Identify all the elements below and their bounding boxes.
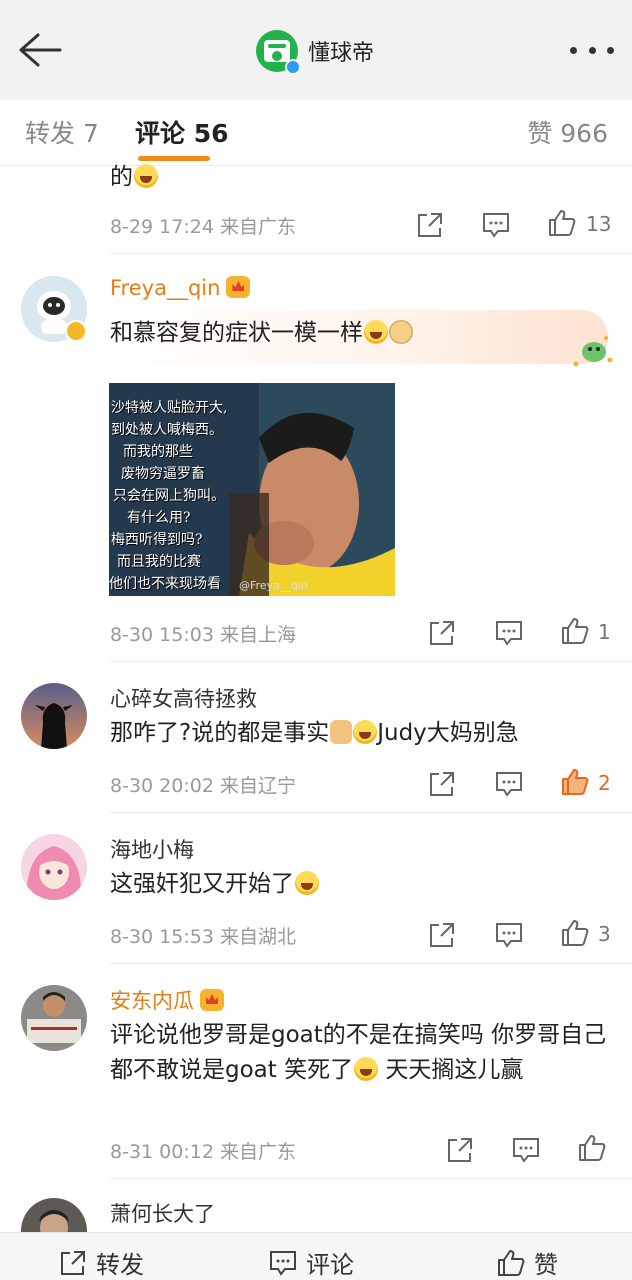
image-caption-line: 而且我的比赛 bbox=[117, 554, 201, 570]
like-icon[interactable] bbox=[560, 918, 590, 948]
comment-text: 和慕容复的症状一模一样 bbox=[110, 316, 610, 351]
comment-label: 评论 bbox=[306, 1251, 354, 1279]
comment-username[interactable]: Freya__qin bbox=[110, 276, 251, 300]
share-icon[interactable] bbox=[427, 920, 457, 950]
laughing-emoji-icon bbox=[295, 871, 319, 895]
like-button[interactable]: 赞 bbox=[496, 1245, 558, 1280]
comment-location: 来自湖北 bbox=[219, 926, 296, 948]
repost-label: 转发 bbox=[96, 1251, 144, 1279]
like-icon[interactable] bbox=[547, 208, 577, 238]
image-caption-line: 有什么用? bbox=[127, 510, 191, 526]
reply-icon[interactable] bbox=[511, 1135, 541, 1165]
comment-meta: 8-30 15:53 来自湖北 bbox=[110, 922, 296, 949]
comment-username[interactable]: 海地小梅 bbox=[110, 834, 194, 864]
comment-text: 评论说他罗哥是goat的不是在搞笑吗 你罗哥自己都不敢说是goat 笑死了 天天… bbox=[110, 1022, 607, 1083]
more-button[interactable] bbox=[570, 36, 614, 64]
repost-button[interactable]: 转发 bbox=[58, 1245, 144, 1280]
brand-avatar bbox=[256, 30, 301, 75]
comment-username[interactable]: 萧何长大了 bbox=[110, 1198, 215, 1228]
reply-icon[interactable] bbox=[494, 618, 524, 648]
avatar[interactable] bbox=[21, 985, 87, 1051]
comment-icon bbox=[270, 1250, 296, 1276]
comment-meta: 8-29 17:24 来自广东 bbox=[110, 212, 296, 239]
comment-meta: 8-30 15:03 来自上海 bbox=[110, 620, 296, 647]
like-count: 2 bbox=[598, 771, 611, 795]
comment-time: 8-30 20:02 bbox=[110, 775, 214, 797]
laughing-emoji-icon bbox=[134, 164, 158, 188]
crown-icon bbox=[200, 989, 224, 1011]
image-caption-line: 梅西听得到吗? bbox=[111, 532, 203, 548]
comment-meta: 8-30 20:02 来自辽宁 bbox=[110, 771, 296, 798]
comment-meta: 8-31 00:12 来自广东 bbox=[110, 1137, 296, 1164]
laughing-emoji-icon bbox=[353, 720, 378, 744]
bottom-action-bar: 转发 评论 赞 bbox=[0, 1232, 632, 1280]
comment-text: 那咋了?说的都是事实 Judy大妈别急 bbox=[110, 720, 519, 746]
tab-like[interactable]: 赞 966 bbox=[527, 114, 608, 150]
page-title: 懂球帝 bbox=[308, 41, 375, 66]
share-icon[interactable] bbox=[427, 618, 457, 648]
like-icon[interactable] bbox=[560, 616, 590, 646]
image-caption-line: 废物穷逼罗畜 bbox=[121, 466, 205, 482]
comment-time: 8-30 15:03 bbox=[110, 624, 214, 646]
like-icon[interactable] bbox=[577, 1133, 607, 1163]
reply-icon[interactable] bbox=[494, 920, 524, 950]
reply-icon[interactable] bbox=[494, 769, 524, 799]
image-caption-line: 他们也不来现场看 bbox=[109, 576, 221, 592]
comment-time: 8-31 00:12 bbox=[110, 1141, 214, 1163]
comment-location: 来自辽宁 bbox=[219, 775, 296, 797]
liked-icon[interactable] bbox=[560, 767, 590, 797]
doge-emoji-icon bbox=[389, 320, 413, 344]
thumbs-up-emoji-icon bbox=[330, 720, 353, 744]
decoration-sticker-icon bbox=[573, 336, 613, 367]
like-label: 赞 bbox=[534, 1251, 558, 1279]
more-dots-icon bbox=[570, 46, 577, 54]
comment-time: 8-29 17:24 bbox=[110, 216, 214, 238]
image-caption-line: 只会在网上狗叫。 bbox=[113, 488, 225, 504]
arrow-left-icon bbox=[19, 33, 62, 67]
top-bar: 懂球帝 bbox=[0, 0, 632, 100]
laughing-emoji-icon bbox=[354, 1057, 379, 1081]
comment-text: 这强奸犯又开始了 bbox=[110, 867, 610, 902]
like-count: 3 bbox=[598, 922, 611, 946]
avatar[interactable] bbox=[21, 834, 87, 900]
share-icon bbox=[61, 1250, 85, 1275]
comment-image[interactable]: 沙特被人贴脸开大, 到处被人喊梅西。 而我的那些 废物穷逼罗畜 只会在网上狗叫。… bbox=[109, 383, 395, 596]
account-title[interactable]: 懂球帝 bbox=[256, 28, 375, 75]
back-button[interactable] bbox=[14, 30, 64, 70]
tab-bar: 转发 7 评论 56 赞 966 bbox=[0, 100, 632, 166]
comment-username[interactable]: 心碎女高待拯救 bbox=[110, 683, 257, 713]
avatar[interactable] bbox=[21, 683, 87, 749]
tab-repost[interactable]: 转发 7 bbox=[25, 114, 99, 150]
reply-icon[interactable] bbox=[481, 210, 511, 240]
comment-time: 8-30 15:53 bbox=[110, 926, 214, 948]
vip-badge-icon bbox=[65, 320, 87, 342]
like-count: 1 bbox=[598, 620, 611, 644]
laughing-emoji-icon bbox=[364, 320, 388, 344]
share-icon[interactable] bbox=[427, 769, 457, 799]
like-count: 13 bbox=[586, 212, 612, 236]
comment-button[interactable]: 评论 bbox=[268, 1245, 354, 1280]
comment-location: 来自上海 bbox=[219, 624, 296, 646]
image-caption-line: 沙特被人贴脸开大, bbox=[111, 400, 228, 416]
image-caption-line: 到处被人喊梅西。 bbox=[111, 422, 223, 438]
like-icon bbox=[498, 1249, 525, 1276]
comment-location: 来自广东 bbox=[219, 1141, 296, 1163]
image-caption-line: 而我的那些 bbox=[123, 444, 193, 460]
verified-badge-icon bbox=[285, 59, 301, 75]
comment-username[interactable]: 安东内瓜 bbox=[110, 985, 224, 1015]
comment-text: 的 bbox=[110, 160, 610, 195]
crown-icon bbox=[226, 276, 251, 298]
share-icon[interactable] bbox=[415, 210, 445, 240]
image-watermark: @Freya__qin bbox=[239, 579, 308, 592]
comment-location: 来自广东 bbox=[219, 216, 296, 238]
share-icon[interactable] bbox=[445, 1135, 475, 1165]
